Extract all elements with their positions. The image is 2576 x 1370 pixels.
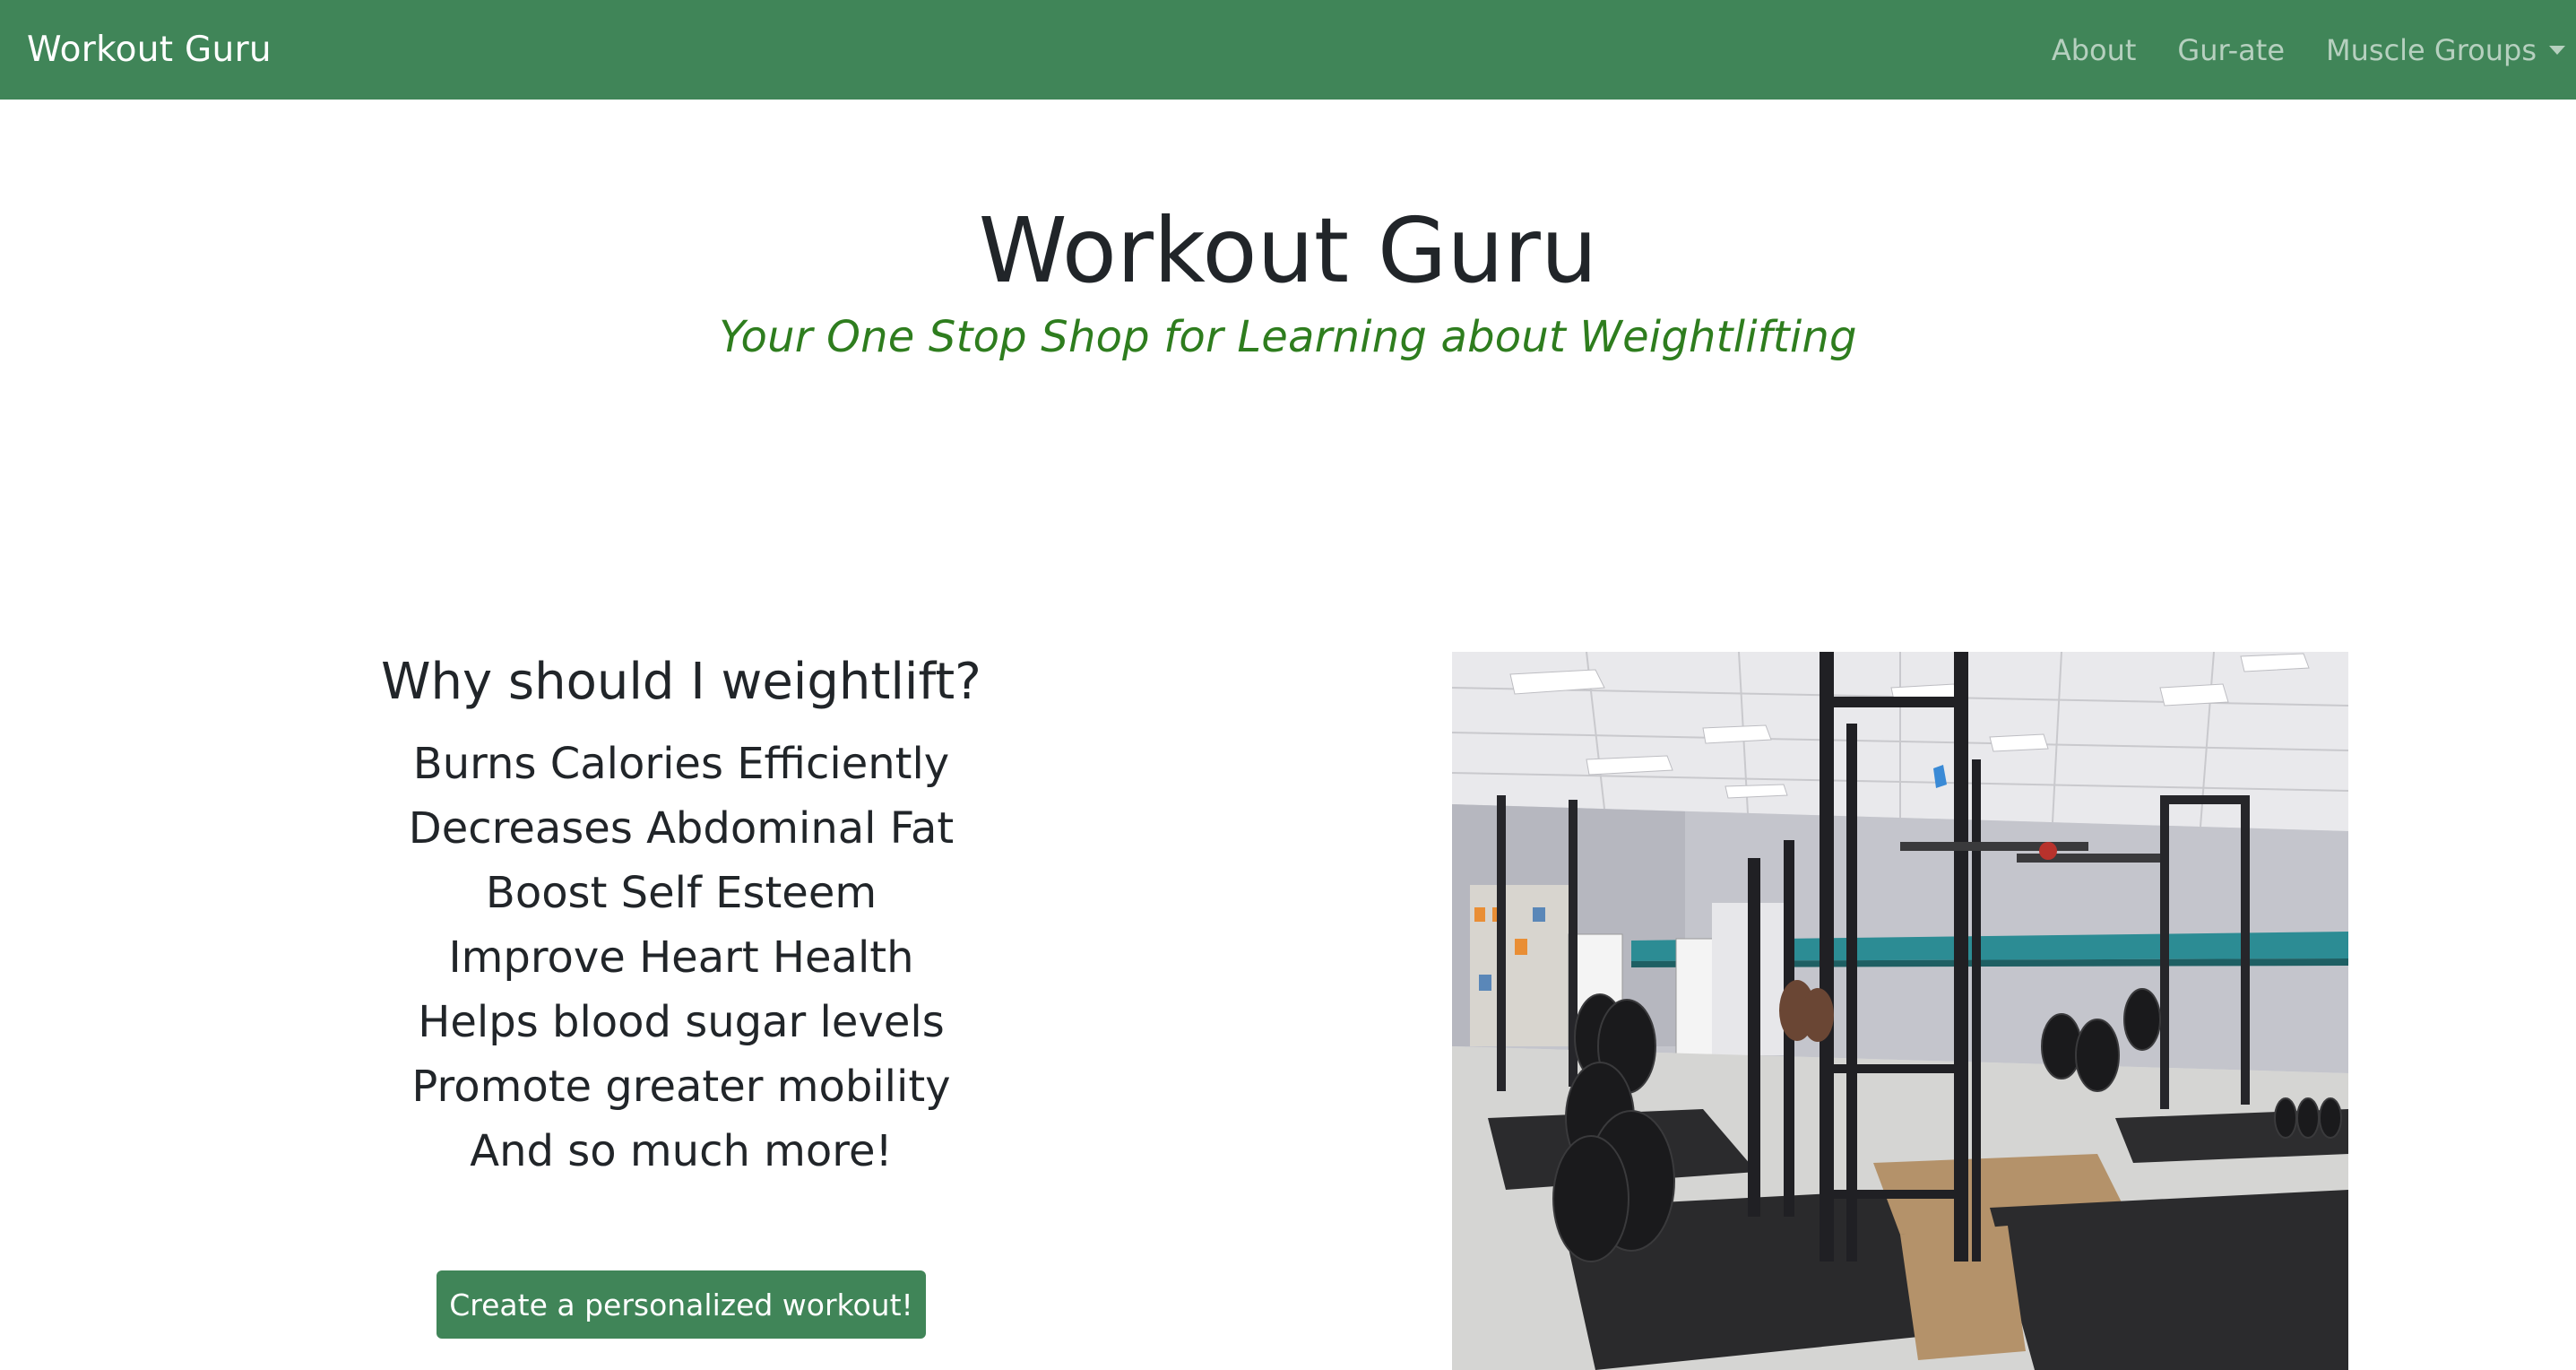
chevron-down-icon [2549, 45, 2565, 55]
navbar: Workout Guru About Gur-ate Muscle Groups [0, 0, 2576, 100]
nav-dropdown-muscle-groups[interactable]: Muscle Groups [2326, 33, 2565, 67]
benefit-item: Decreases Abdominal Fat [408, 803, 955, 854]
benefit-item: Helps blood sugar levels [418, 997, 945, 1047]
benefit-list: Burns Calories Efficiently Decreases Abd… [305, 732, 1058, 1184]
navbar-brand[interactable]: Workout Guru [27, 30, 272, 70]
benefits-heading: Why should I weightlift? [381, 653, 981, 711]
gym-photo [1452, 652, 2348, 1370]
nav-links: About Gur-ate Muscle Groups [2052, 33, 2565, 67]
benefit-item: Burns Calories Efficiently [412, 739, 950, 789]
create-workout-button[interactable]: Create a personalized workout! [437, 1270, 926, 1339]
page-subtitle: Your One Stop Shop for Learning about We… [719, 312, 1857, 362]
benefit-item: Promote greater mobility [411, 1062, 951, 1112]
nav-link-gur-ate[interactable]: Gur-ate [2177, 33, 2285, 67]
nav-dropdown-label: Muscle Groups [2326, 32, 2537, 67]
benefit-item: Improve Heart Health [448, 932, 914, 983]
benefit-item: And so much more! [470, 1126, 893, 1176]
benefit-item: Boost Self Esteem [485, 868, 877, 918]
benefits-section: Why should I weightlift? Burns Calories … [305, 644, 1058, 1184]
nav-link-about[interactable]: About [2052, 33, 2137, 67]
page-title: Workout Guru [978, 198, 1598, 303]
